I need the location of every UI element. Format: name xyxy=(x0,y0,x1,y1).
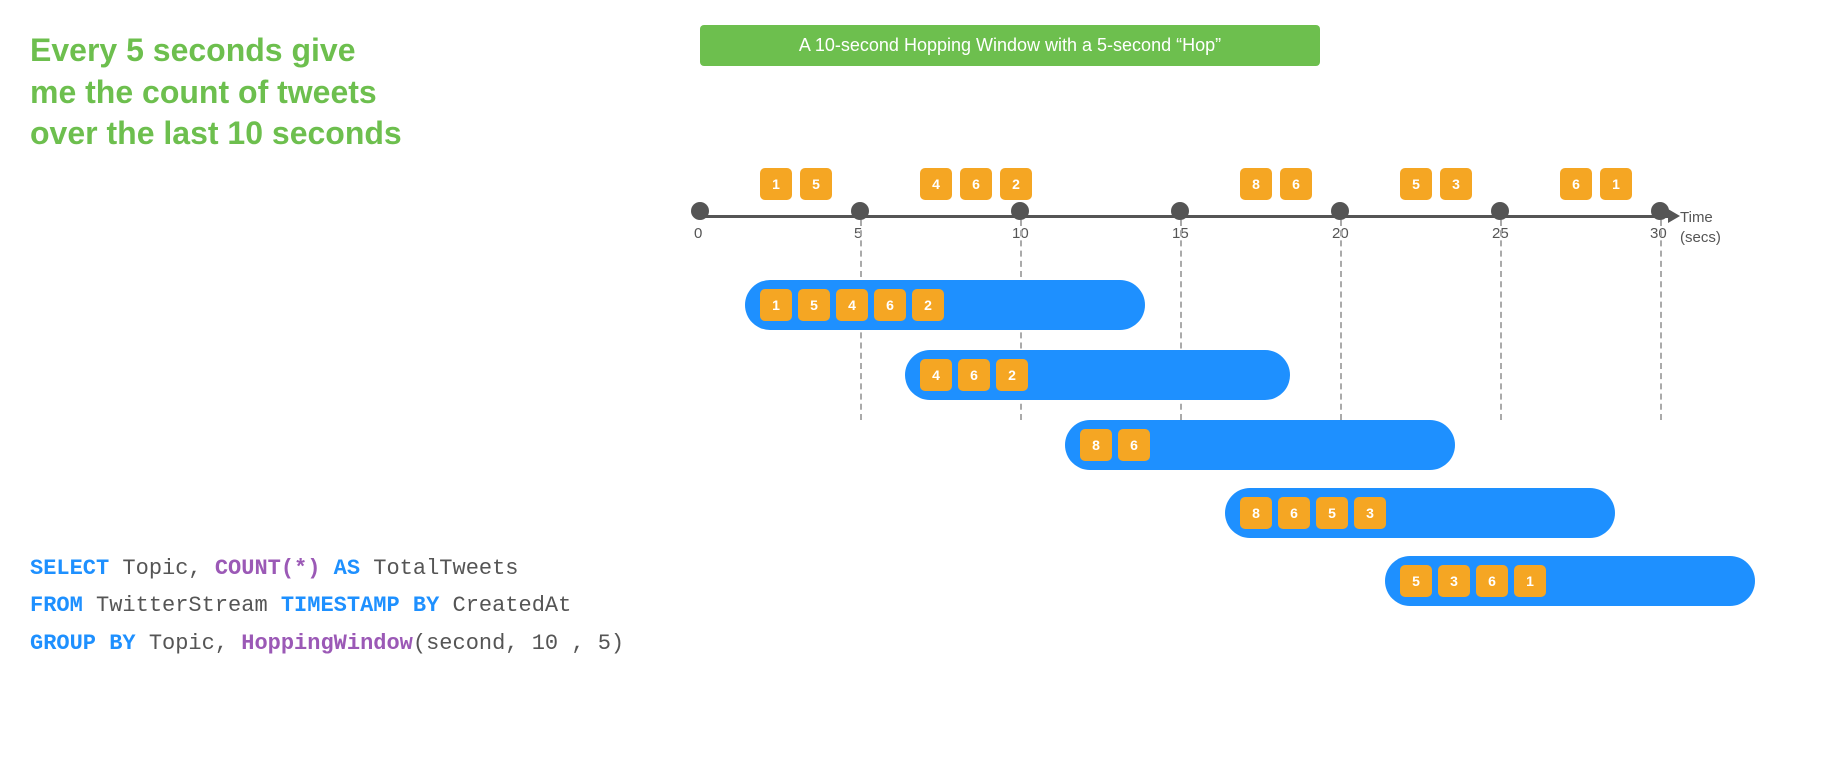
wb2-b2: 2 xyxy=(996,359,1028,391)
kw-as: AS xyxy=(320,556,360,581)
window-bar-2: 4 6 2 xyxy=(905,350,1290,400)
wb4-b6: 6 xyxy=(1278,497,1310,529)
bubble-top-3a: 3 xyxy=(1440,168,1472,200)
sql-topic2: Topic, xyxy=(136,631,242,656)
time-label: Time(secs) xyxy=(1680,208,1721,247)
window-bar-3: 8 6 xyxy=(1065,420,1455,470)
wb5-b1: 1 xyxy=(1514,565,1546,597)
bubble-top-1: 1 xyxy=(760,168,792,200)
kw-timestamp: TIMESTAMP xyxy=(281,593,400,618)
bubble-top-2a: 2 xyxy=(1000,168,1032,200)
kw-hoppingwindow: HoppingWindow xyxy=(241,631,413,656)
sql-line2: FROM TwitterStream TIMESTAMP BY CreatedA… xyxy=(30,587,624,624)
window-bar-1: 1 5 4 6 2 xyxy=(745,280,1145,330)
wb3-b6: 6 xyxy=(1118,429,1150,461)
wb3-b8: 8 xyxy=(1080,429,1112,461)
kw-by2: BY xyxy=(96,631,136,656)
sql-params: (second, 10 , 5) xyxy=(413,631,624,656)
tick-25 xyxy=(1491,202,1509,220)
sql-line1: SELECT Topic, COUNT(*) AS TotalTweets xyxy=(30,550,624,587)
bubble-top-6b: 6 xyxy=(1280,168,1312,200)
kw-from: FROM xyxy=(30,593,83,618)
wb1-b4: 4 xyxy=(836,289,868,321)
wb5-b6: 6 xyxy=(1476,565,1508,597)
sql-createdat: CreatedAt xyxy=(439,593,571,618)
wb2-b6: 6 xyxy=(958,359,990,391)
tick-10 xyxy=(1011,202,1029,220)
kw-group: GROUP xyxy=(30,631,96,656)
kw-select: SELECT xyxy=(30,556,109,581)
wb4-b3: 3 xyxy=(1354,497,1386,529)
dashed-25 xyxy=(1500,220,1502,420)
sql-stream: TwitterStream xyxy=(83,593,281,618)
dashed-20 xyxy=(1340,220,1342,420)
window-bar-5: 5 3 6 1 xyxy=(1385,556,1755,606)
kw-count: COUNT(*) xyxy=(215,556,321,581)
sql-topic: Topic, xyxy=(109,556,215,581)
wb1-b2: 2 xyxy=(912,289,944,321)
tick-5 xyxy=(851,202,869,220)
tick-30 xyxy=(1651,202,1669,220)
dashed-30 xyxy=(1660,220,1662,420)
bubble-top-5a: 5 xyxy=(800,168,832,200)
bubble-top-6c: 6 xyxy=(1560,168,1592,200)
wb1-b6: 6 xyxy=(874,289,906,321)
tick-0 xyxy=(691,202,709,220)
bubble-top-4a: 4 xyxy=(920,168,952,200)
tick-20 xyxy=(1331,202,1349,220)
wb5-b3: 3 xyxy=(1438,565,1470,597)
bubble-top-8a: 8 xyxy=(1240,168,1272,200)
wb4-b8: 8 xyxy=(1240,497,1272,529)
tick-15 xyxy=(1171,202,1189,220)
bubble-top-5b: 5 xyxy=(1400,168,1432,200)
sql-line3: GROUP BY Topic, HoppingWindow(second, 10… xyxy=(30,625,624,662)
sql-code: SELECT Topic, COUNT(*) AS TotalTweets FR… xyxy=(30,550,624,662)
wb4-b5: 5 xyxy=(1316,497,1348,529)
window-bar-4: 8 6 5 3 xyxy=(1225,488,1615,538)
wb1-b5: 5 xyxy=(798,289,830,321)
tick-label-30: 30 xyxy=(1650,225,1667,242)
tick-label-0: 0 xyxy=(694,225,702,242)
wb2-b4: 4 xyxy=(920,359,952,391)
bubble-top-6a: 6 xyxy=(960,168,992,200)
bubble-top-1b: 1 xyxy=(1600,168,1632,200)
kw-by: BY xyxy=(400,593,440,618)
wb1-b1: 1 xyxy=(760,289,792,321)
sql-totaltweets: TotalTweets xyxy=(360,556,518,581)
title-banner: A 10-second Hopping Window with a 5-seco… xyxy=(700,25,1320,66)
wb5-b5: 5 xyxy=(1400,565,1432,597)
description-text: Every 5 seconds give me the count of twe… xyxy=(30,30,410,155)
